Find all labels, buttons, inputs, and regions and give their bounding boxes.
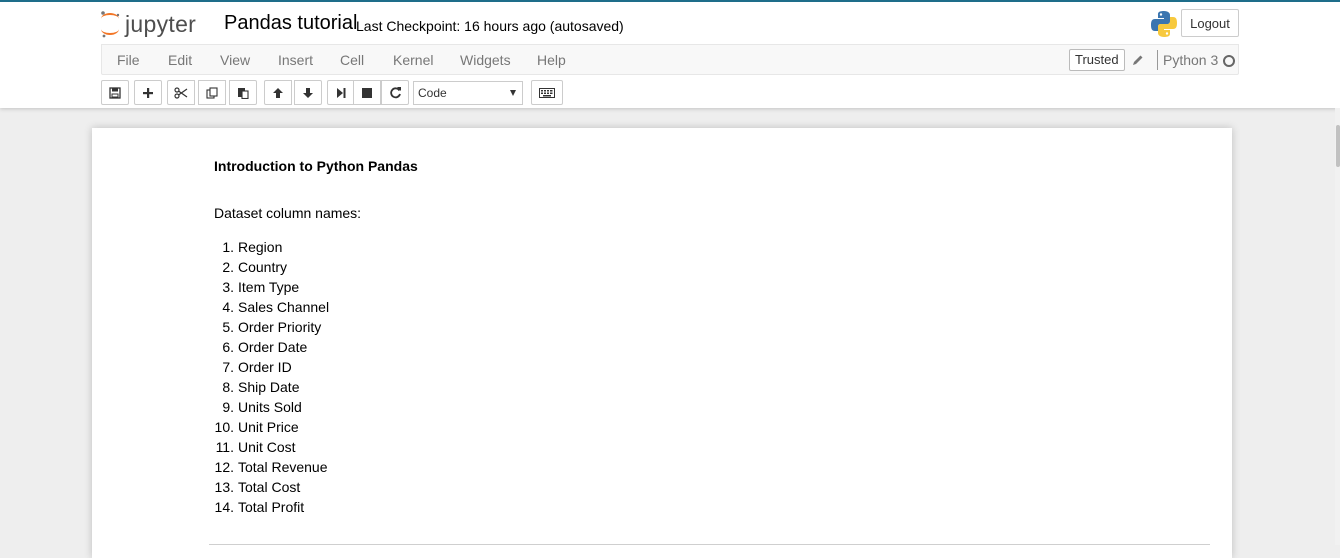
menu-help[interactable]: Help xyxy=(537,52,566,68)
arrow-up-icon xyxy=(273,87,283,98)
menu-file[interactable]: File xyxy=(117,52,140,68)
save-icon xyxy=(109,86,121,99)
kernel-idle-indicator-icon xyxy=(1223,55,1235,67)
move-down-button[interactable] xyxy=(294,80,322,105)
list-item: 9. Units Sold xyxy=(222,399,302,415)
trusted-badge[interactable]: Trusted xyxy=(1069,49,1125,71)
notebook-container: Introduction to Python Pandas Dataset co… xyxy=(92,128,1232,558)
menu-view[interactable]: View xyxy=(220,52,250,68)
step-forward-icon xyxy=(337,87,346,98)
move-up-button[interactable] xyxy=(264,80,292,105)
cell-type-select[interactable]: Code xyxy=(413,81,523,105)
checkpoint-status: Last Checkpoint: 16 hours ago (autosaved… xyxy=(356,18,624,34)
list-item: 4. Sales Channel xyxy=(222,299,330,315)
list-item: 14. Total Profit xyxy=(214,499,305,515)
dataset-label: Dataset column names: xyxy=(214,205,362,221)
list-item: 8. Ship Date xyxy=(222,379,300,395)
save-button[interactable] xyxy=(101,80,129,105)
cut-icon xyxy=(174,86,188,99)
stop-icon xyxy=(362,87,372,98)
restart-icon xyxy=(389,87,401,99)
list-item: 12. Total Revenue xyxy=(214,459,328,475)
python-logo-icon xyxy=(1150,10,1178,43)
list-item: 7. Order ID xyxy=(222,359,292,375)
restart-button[interactable] xyxy=(381,80,409,105)
column-list: 1. Region 2. Country 3. Item Type 4. Sales C… xyxy=(210,239,330,519)
notebook-header: jupyter Pandas tutorial Last Checkpoint:… xyxy=(0,0,1340,108)
logout-button[interactable]: Logout xyxy=(1181,9,1239,37)
menubar: File Edit View Insert Cell Kernel Widget… xyxy=(101,44,1239,75)
list-item: 10. Unit Price xyxy=(214,419,299,435)
list-item: 11. Unit Cost xyxy=(215,439,296,455)
menu-edit[interactable]: Edit xyxy=(168,52,192,68)
list-item: 2. Country xyxy=(222,259,288,275)
jupyter-logo[interactable]: jupyter xyxy=(99,8,196,40)
copy-button[interactable] xyxy=(198,80,226,105)
menu-cell[interactable]: Cell xyxy=(340,52,364,68)
scrollbar-track[interactable] xyxy=(1335,108,1340,545)
kernel-divider xyxy=(1157,50,1158,70)
interrupt-button[interactable] xyxy=(353,80,381,105)
list-item: 5. Order Priority xyxy=(222,319,322,335)
menu-widgets[interactable]: Widgets xyxy=(460,52,511,68)
run-button[interactable] xyxy=(327,80,355,105)
paste-icon xyxy=(238,87,249,99)
copy-icon xyxy=(206,86,218,99)
pencil-icon[interactable] xyxy=(1132,53,1144,71)
kernel-name[interactable]: Python 3 xyxy=(1163,52,1218,68)
list-item: 6. Order Date xyxy=(222,339,308,355)
list-item: 3. Item Type xyxy=(222,279,300,295)
list-item: 13. Total Cost xyxy=(214,479,301,495)
insert-cell-button[interactable] xyxy=(134,80,162,105)
plus-icon xyxy=(143,87,153,98)
cut-button[interactable] xyxy=(167,80,195,105)
cell-type-value: Code xyxy=(418,86,447,100)
notebook-name[interactable]: Pandas tutorial xyxy=(224,12,357,35)
paste-button[interactable] xyxy=(229,80,257,105)
keyboard-icon xyxy=(539,87,555,98)
menu-kernel[interactable]: Kernel xyxy=(393,52,433,68)
cell-heading: Introduction to Python Pandas xyxy=(214,158,418,174)
menu-insert[interactable]: Insert xyxy=(278,52,313,68)
jupyter-logo-icon xyxy=(101,11,120,38)
list-item: 1. Region xyxy=(222,239,283,255)
chevron-down-icon xyxy=(510,90,516,96)
logo-text: jupyter xyxy=(125,10,197,37)
arrow-down-icon xyxy=(303,87,313,98)
scrollbar-thumb[interactable] xyxy=(1336,125,1340,167)
command-palette-button[interactable] xyxy=(531,80,563,105)
